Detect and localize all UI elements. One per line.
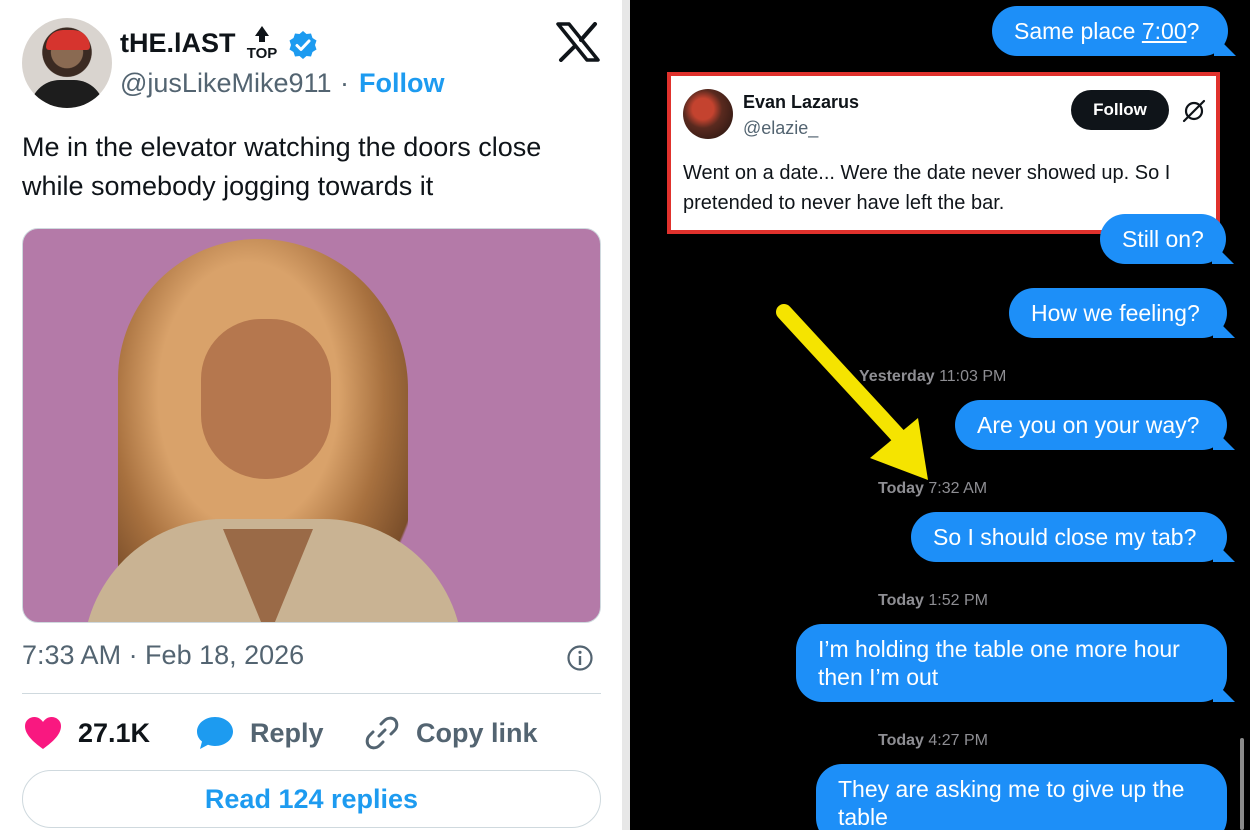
yellow-arrow-icon <box>776 304 928 480</box>
copy-link-label: Copy link <box>416 717 538 748</box>
message-text: So I should close my tab? <box>933 524 1197 550</box>
message-bubble[interactable]: So I should close my tab? <box>911 512 1235 562</box>
author-avatar[interactable] <box>22 18 112 108</box>
embed-tweet-text: Went on a date... Were the date never sh… <box>683 162 1171 214</box>
tweet-text: Me in the elevator watching the doors cl… <box>22 132 542 201</box>
link-icon <box>365 716 399 750</box>
follow-link[interactable]: Follow <box>359 68 444 99</box>
tweet-timestamp[interactable]: 7:33 AM · Feb 18, 2026 <box>22 640 304 671</box>
message-bubble[interactable]: I’m holding the table one more hour then… <box>796 624 1235 702</box>
author-display-name[interactable]: tHE.lAST <box>120 28 236 59</box>
top-badge-label: TOP <box>247 45 278 62</box>
message-text-end: ? <box>1186 18 1200 44</box>
message-text: Same place <box>1014 18 1142 44</box>
embedded-tweet-highlight[interactable]: Evan Lazarus @elazie_ Follow Went on a d… <box>667 72 1220 234</box>
copy-link-button[interactable]: Copy link <box>364 714 538 752</box>
tweet-card: tHE.lAST TOP @jusLikeMike911 · Follow Me… <box>0 0 622 830</box>
read-replies-button[interactable]: Read 124 replies <box>22 770 601 828</box>
message-bubble[interactable]: Still on? <box>1100 214 1234 264</box>
bubble-tail <box>1213 428 1235 450</box>
scrollbar[interactable] <box>1240 738 1244 830</box>
share-icon[interactable] <box>1181 98 1207 124</box>
message-bubble[interactable]: Are you on your way? <box>955 400 1235 450</box>
timestamp-time: 1:52 PM <box>928 592 988 609</box>
author-handle[interactable]: @jusLikeMike911 <box>120 68 332 99</box>
embed-avatar[interactable] <box>683 89 733 139</box>
heart-icon <box>25 717 61 749</box>
messages-screenshot: Same place 7:00? Evan Lazarus @elazie_ F… <box>630 0 1250 830</box>
message-bubble[interactable]: They are asking me to give up the table <box>816 764 1227 830</box>
bubble-tail <box>1214 34 1236 56</box>
top-badge-icon: TOP <box>247 26 278 62</box>
embed-follow-button[interactable]: Follow <box>1071 90 1169 130</box>
bubble-tail <box>1212 242 1234 264</box>
media-face <box>201 319 331 479</box>
handle-separator: · <box>340 68 349 98</box>
bubble-tail <box>1213 316 1235 338</box>
timestamp-day: Today <box>878 592 924 609</box>
like-count: 27.1K <box>78 717 151 748</box>
message-text: Are you on your way? <box>977 412 1200 438</box>
divider <box>22 693 601 694</box>
timestamp-label: Today 4:27 PM <box>878 732 988 750</box>
message-text: I’m holding the table one more hour then… <box>818 636 1180 690</box>
timestamp-time: 4:27 PM <box>928 732 988 749</box>
x-logo-icon[interactable] <box>556 22 600 62</box>
tweet-media-image[interactable] <box>22 228 601 623</box>
message-bubble[interactable]: Same place 7:00? <box>992 6 1236 56</box>
message-text: They are asking me to give up the table <box>838 776 1185 830</box>
message-bubble[interactable]: How we feeling? <box>1009 288 1235 338</box>
reply-button[interactable]: Reply <box>196 714 324 752</box>
embed-author-name[interactable]: Evan Lazarus <box>743 92 859 113</box>
embed-author-handle[interactable]: @elazie_ <box>743 118 818 139</box>
panel-divider <box>622 0 630 830</box>
info-icon[interactable] <box>566 644 594 672</box>
message-text: How we feeling? <box>1031 300 1200 326</box>
timestamp-label: Today 1:52 PM <box>878 592 988 610</box>
bubble-tail <box>1213 540 1235 562</box>
verified-badge-icon <box>289 31 317 59</box>
avatar-shirt <box>30 80 104 108</box>
bubble-tail <box>1213 680 1235 702</box>
timestamp-day: Today <box>878 732 924 749</box>
message-text: Still on? <box>1122 226 1204 252</box>
time-link[interactable]: 7:00 <box>1142 18 1187 44</box>
reply-bubble-icon <box>197 717 233 749</box>
like-button[interactable]: 27.1K <box>24 714 150 752</box>
avatar-cap <box>46 30 90 50</box>
reply-label: Reply <box>250 717 324 748</box>
